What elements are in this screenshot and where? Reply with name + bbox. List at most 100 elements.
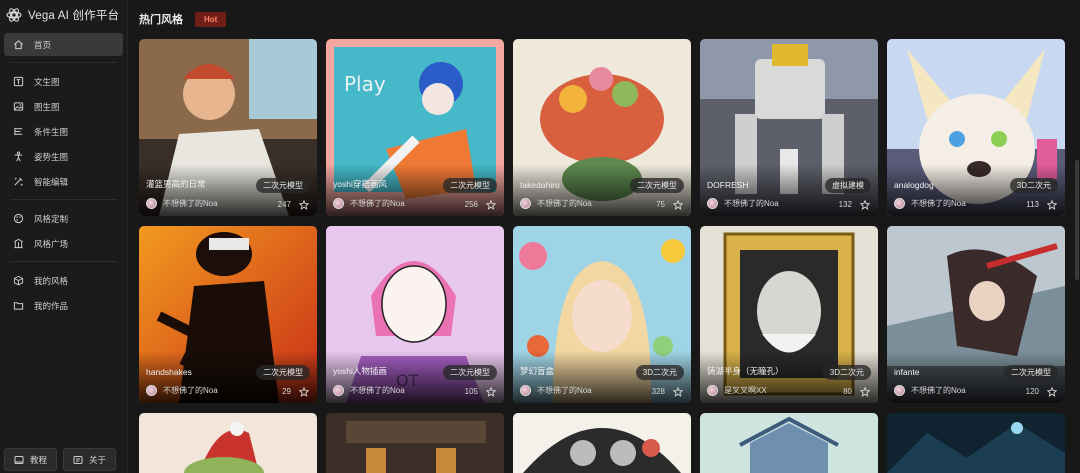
like-count: 80 (843, 387, 852, 396)
author-name: 是叉叉啊XX (724, 386, 767, 395)
style-card[interactable] (700, 413, 878, 473)
sidebar-item-pose[interactable]: 姿势生图 (4, 145, 123, 168)
avatar (333, 385, 344, 396)
sidebar-item-label: 我的风格 (34, 275, 69, 286)
card-author[interactable]: 不想佛了的Noa (146, 385, 218, 396)
author-name: 不想佛了的Noa (163, 199, 218, 208)
style-card[interactable]: Play yoshi穿搭画风 二次元模型 不想佛了的Noa 256 (326, 39, 504, 216)
style-card[interactable] (326, 413, 504, 473)
sidebar-item-home[interactable]: 首页 (4, 33, 123, 56)
style-card[interactable]: takedahiro 二次元模型 不想佛了的Noa 75 (513, 39, 691, 216)
star-icon[interactable] (860, 387, 870, 397)
star-icon[interactable] (673, 200, 683, 210)
like-count: 120 (1025, 387, 1039, 396)
sidebar-item-label: 风格定制 (34, 213, 69, 224)
svg-text:Play: Play (344, 72, 386, 96)
avatar (707, 198, 718, 209)
card-image (513, 413, 691, 473)
card-title: yoshi人物插画 (333, 366, 387, 376)
sidebar-item-smart-edit[interactable]: 智能编辑 (4, 170, 123, 193)
card-author[interactable]: 不想佛了的Noa (520, 198, 592, 209)
pose-icon (14, 151, 23, 162)
star-icon[interactable] (299, 387, 309, 397)
like-count: 75 (656, 200, 665, 209)
card-title: takedahiro (520, 180, 560, 190)
main-content: 热门风格 Hot 灌篮男高的日常 二次元模型 不想佛了的Noa 247 Play… (130, 0, 1080, 473)
sidebar: Vega AI 创作平台 首页 文生图 图生图 条件生图 姿势生图 智能编辑 风… (0, 0, 128, 473)
card-title: analogdog (894, 180, 934, 190)
card-tag: 二次元模型 (443, 178, 497, 193)
star-icon[interactable] (486, 200, 496, 210)
app-title: Vega AI 创作平台 (28, 10, 120, 22)
style-card[interactable] (887, 413, 1065, 473)
style-card[interactable]: infante 二次元模型 不想佛了的Noa 120 (887, 226, 1065, 403)
style-card[interactable]: DOFRESH 虚拟建模 不想佛了的Noa 132 (700, 39, 878, 216)
style-card[interactable]: 铸湖半身（无瞳孔） 3D二次元 是叉叉啊XX 80 (700, 226, 878, 403)
style-card[interactable]: OT yoshi人物插画 二次元模型 不想佛了的Noa 105 (326, 226, 504, 403)
sidebar-item-label: 智能编辑 (34, 176, 69, 187)
like-count: 29 (282, 387, 291, 396)
like-count: 328 (651, 387, 665, 396)
star-icon[interactable] (486, 387, 496, 397)
card-author[interactable]: 不想佛了的Noa (146, 198, 218, 209)
divider (10, 62, 117, 63)
sidebar-item-text-to-image[interactable]: 文生图 (4, 70, 123, 93)
card-author[interactable]: 是叉叉啊XX (707, 385, 767, 396)
card-tag: 二次元模型 (1004, 365, 1058, 380)
card-author[interactable]: 不想佛了的Noa (894, 385, 966, 396)
card-author[interactable]: 不想佛了的Noa (707, 198, 779, 209)
style-card[interactable]: handshakes 二次元模型 不想佛了的Noa 29 (139, 226, 317, 403)
star-icon[interactable] (1047, 387, 1057, 397)
text-image-icon (13, 76, 24, 87)
card-tag: 二次元模型 (630, 178, 684, 193)
card-title: 灌篮男高的日常 (146, 179, 206, 189)
logo-icon (6, 8, 22, 22)
star-icon[interactable] (1047, 200, 1057, 210)
avatar (333, 198, 344, 209)
style-card[interactable]: 梦幻盲盒 3D二次元 不想佛了的Noa 328 (513, 226, 691, 403)
card-tag: 二次元模型 (443, 365, 497, 380)
star-icon[interactable] (860, 200, 870, 210)
card-author[interactable]: 不想佛了的Noa (333, 385, 405, 396)
sidebar-item-my-works[interactable]: 我的作品 (4, 294, 123, 317)
sidebar-nav: 首页 文生图 图生图 条件生图 姿势生图 智能编辑 风格定制 风格广场 我的风格… (4, 33, 123, 319)
sidebar-item-conditional[interactable]: 条件生图 (4, 120, 123, 143)
card-tag: 虚拟建模 (825, 178, 871, 193)
avatar (146, 198, 157, 209)
image-icon (13, 102, 24, 111)
tutorial-button[interactable]: 教程 (4, 448, 57, 471)
app-logo[interactable]: Vega AI 创作平台 (0, 0, 127, 30)
star-icon[interactable] (299, 200, 309, 210)
sidebar-item-my-style[interactable]: 我的风格 (4, 269, 123, 292)
sliders-icon (14, 127, 23, 136)
style-card[interactable] (513, 413, 691, 473)
author-name: 不想佛了的Noa (350, 386, 405, 395)
sidebar-item-image-to-image[interactable]: 图生图 (4, 95, 123, 118)
style-card[interactable]: analogdog 3D二次元 不想佛了的Noa 113 (887, 39, 1065, 216)
sidebar-item-label: 条件生图 (34, 126, 69, 137)
card-author[interactable]: 不想佛了的Noa (520, 385, 592, 396)
like-count: 247 (277, 200, 291, 209)
card-author[interactable]: 不想佛了的Noa (894, 198, 966, 209)
magic-edit-icon (14, 177, 23, 186)
style-card[interactable] (139, 413, 317, 473)
star-icon[interactable] (673, 387, 683, 397)
plaza-icon (14, 238, 23, 249)
sidebar-item-label: 图生图 (34, 101, 60, 112)
section-header: 热门风格 Hot (139, 11, 227, 27)
scrollbar[interactable] (1075, 160, 1079, 280)
info-icon (73, 455, 83, 464)
card-title: DOFRESH (707, 180, 749, 190)
card-image (700, 413, 878, 473)
sidebar-item-style-custom[interactable]: 风格定制 (4, 207, 123, 230)
about-label: 关于 (88, 454, 106, 465)
sidebar-item-label: 我的作品 (34, 300, 69, 311)
style-card[interactable]: 灌篮男高的日常 二次元模型 不想佛了的Noa 247 (139, 39, 317, 216)
sidebar-item-label: 风格广场 (34, 238, 69, 249)
card-author[interactable]: 不想佛了的Noa (333, 198, 405, 209)
author-name: 不想佛了的Noa (163, 386, 218, 395)
card-tag: 二次元模型 (256, 178, 310, 193)
about-button[interactable]: 关于 (63, 448, 116, 471)
folder-icon (13, 302, 24, 310)
sidebar-item-style-plaza[interactable]: 风格广场 (4, 232, 123, 255)
